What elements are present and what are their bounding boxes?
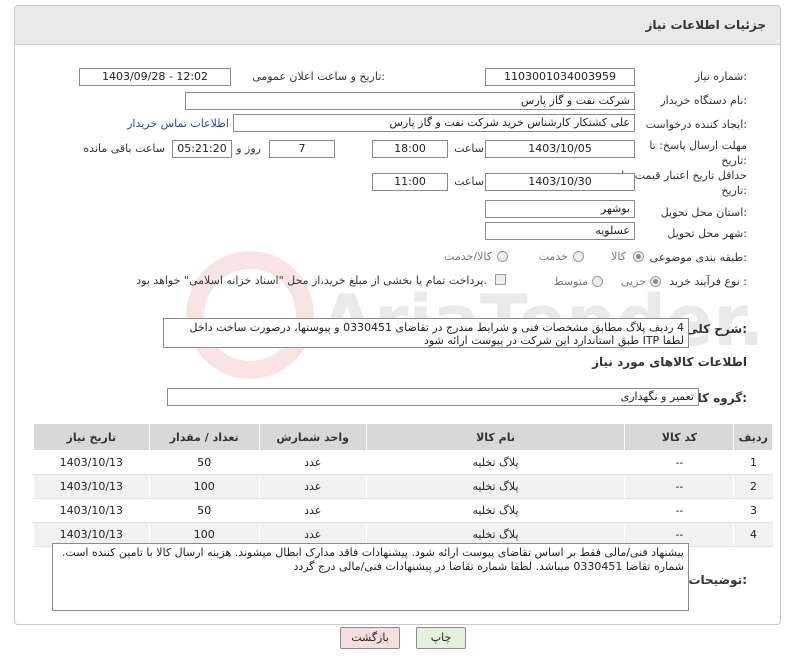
cell-quantity: 50: [148, 498, 260, 523]
category-goods-label: کالا: [611, 250, 626, 263]
need-number-field[interactable]: 1103001034003959: [485, 68, 635, 86]
cell-item-name: پلاگ تخلیه: [365, 474, 625, 499]
remaining-label: ساعت باقی مانده: [83, 142, 165, 155]
header-unit: واحد شمارش: [258, 423, 367, 451]
cell-need-date: 1403/10/13: [33, 450, 150, 475]
validity-label: حداقل تاریخ اعتبار قیمت: تا تاریخ:: [621, 169, 747, 197]
days-count-field[interactable]: 7: [269, 140, 335, 158]
cell-row-no: 3: [733, 498, 773, 523]
cell-item-name: پلاگ تخلیه: [365, 450, 625, 475]
cell-item-code: --: [624, 450, 734, 475]
cell-quantity: 100: [148, 474, 260, 499]
category-goods-service-label: کالا/خدمت: [444, 250, 492, 263]
province-label: استان محل تحویل:: [660, 206, 747, 219]
requester-field[interactable]: علی کشتکار کارشناس خرید شرکت نفت و گاز پ…: [233, 114, 635, 132]
cell-need-date: 1403/10/13: [33, 498, 150, 523]
city-field[interactable]: عسلویه: [485, 222, 635, 240]
treasury-checkbox[interactable]: [495, 274, 506, 285]
cell-quantity: 50: [148, 450, 260, 475]
process-medium-radio[interactable]: [592, 276, 603, 287]
table-row: 2 -- پلاگ تخلیه عدد 100 1403/10/13: [33, 474, 773, 499]
need-number-label: شماره نیاز:: [694, 70, 747, 83]
cell-row-no: 4: [733, 522, 773, 547]
cell-item-code: --: [624, 498, 734, 523]
city-label: شهر محل تحویل:: [667, 227, 747, 240]
cell-row-no: 1: [733, 450, 773, 475]
deadline-time-field[interactable]: 18:00: [372, 140, 448, 158]
province-field[interactable]: بوشهر: [485, 200, 635, 218]
buyer-org-label: نام دستگاه خریدار:: [660, 94, 747, 107]
validity-time-field[interactable]: 11:00: [372, 173, 448, 191]
page-title: جزئیات اطلاعات نیاز: [645, 18, 766, 32]
contact-info-link[interactable]: اطلاعات تماس خریدار: [127, 117, 229, 130]
header-need-date: تاریخ نیاز: [33, 423, 150, 451]
goods-info-title: اطلاعات کالاهای مورد نیاز: [592, 355, 747, 369]
category-service-label: خدمت: [538, 250, 568, 263]
header-item-name: نام کالا: [365, 423, 626, 451]
validity-time-label: ساعت: [454, 175, 484, 188]
goods-group-field[interactable]: تعمیر و نگهداری: [167, 388, 699, 406]
cell-item-name: پلاگ تخلیه: [365, 498, 625, 523]
cell-unit: عدد: [258, 474, 367, 499]
category-goods-radio[interactable]: [633, 251, 644, 262]
buyer-org-field[interactable]: شرکت نفت و گاز پارس: [185, 92, 635, 110]
remaining-time-field[interactable]: 05:21:20: [172, 140, 232, 158]
announce-label: تاریخ و ساعت اعلان عمومی:: [252, 70, 385, 83]
category-label: طبقه بندی موضوعی:: [649, 251, 747, 264]
announce-field[interactable]: 1403/09/28 - 12:02: [79, 68, 231, 86]
header-quantity: تعداد / مقدار: [148, 423, 260, 451]
days-label: روز و: [236, 142, 261, 155]
buyer-notes-textarea[interactable]: پیشنهاد فنی/مالی فقط بر اساس تقاضای پیوس…: [52, 543, 689, 611]
summary-textarea[interactable]: 4 ردیف پلاگ مطابق مشخصات فنی و شرایط مند…: [163, 318, 689, 348]
payment-note: پرداخت تمام یا بخشی از مبلغ خرید،از محل …: [136, 274, 487, 287]
cell-unit: عدد: [258, 450, 367, 475]
cell-unit: عدد: [258, 498, 367, 523]
cell-row-no: 2: [733, 474, 773, 499]
category-goods-service-radio[interactable]: [497, 251, 508, 262]
deadline-date-field[interactable]: 1403/10/05: [485, 140, 635, 158]
cell-need-date: 1403/10/13: [33, 474, 150, 499]
cell-item-code: --: [624, 474, 734, 499]
table-row: 1 -- پلاگ تخلیه عدد 50 1403/10/13: [33, 450, 773, 475]
process-label: نوع فرآیند خرید :: [669, 275, 747, 288]
header-row-no: ردیف: [733, 423, 773, 451]
panel-header: جزئیات اطلاعات نیاز: [15, 6, 780, 45]
header-item-code: کد کالا: [624, 423, 735, 451]
table-header-row: ردیف کد کالا نام کالا واحد شمارش تعداد /…: [33, 423, 773, 451]
deadline-label: مهلت ارسال پاسخ: تا تاریخ:: [649, 139, 747, 167]
process-minor-radio[interactable]: [650, 276, 661, 287]
back-button[interactable]: بازگشت: [340, 627, 400, 649]
process-medium-label: متوسط: [553, 275, 588, 288]
items-table: ردیف کد کالا نام کالا واحد شمارش تعداد /…: [33, 423, 773, 547]
category-service-radio[interactable]: [573, 251, 584, 262]
process-minor-label: جزیی: [620, 275, 646, 288]
deadline-time-label: ساعت: [454, 142, 484, 155]
validity-date-field[interactable]: 1403/10/30: [485, 173, 635, 191]
table-row: 3 -- پلاگ تخلیه عدد 50 1403/10/13: [33, 498, 773, 523]
requester-label: ایجاد کننده درخواست:: [645, 118, 747, 131]
print-button[interactable]: چاپ: [416, 627, 466, 649]
